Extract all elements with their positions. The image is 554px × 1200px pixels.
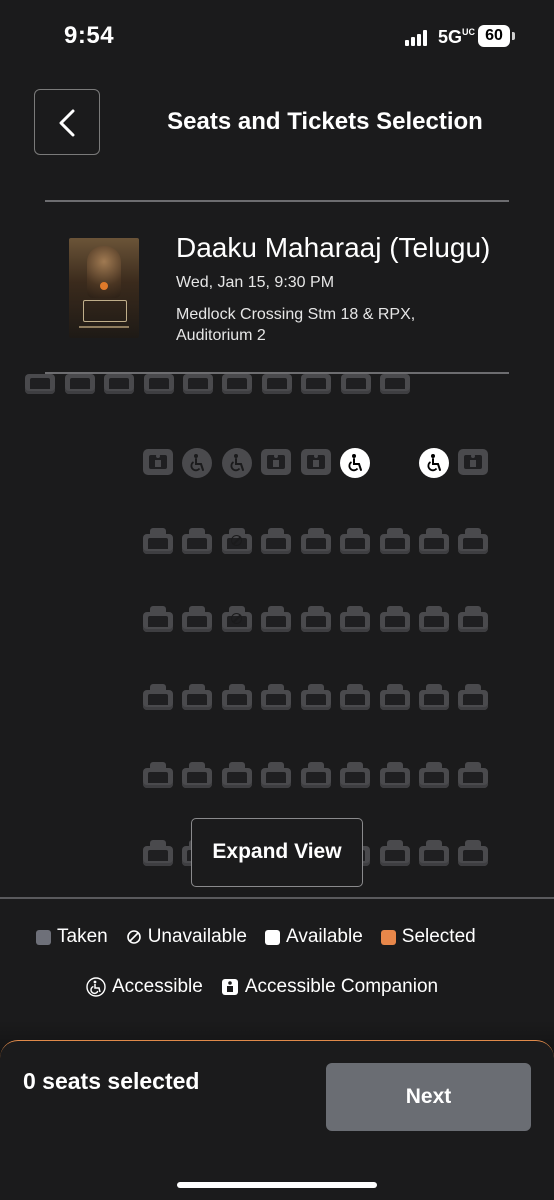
seat-taken	[419, 606, 449, 632]
home-indicator	[177, 1182, 377, 1188]
seat-taken	[301, 606, 331, 632]
seat-taken	[143, 606, 173, 632]
seat-taken	[301, 374, 331, 394]
seat-taken	[183, 374, 213, 394]
legend-unavailable: Unavailable	[126, 926, 247, 948]
seat-taken	[301, 528, 331, 554]
legend-accessible-companion: Accessible Companion	[221, 976, 438, 998]
seat-taken	[380, 528, 410, 554]
seat-accessible-taken	[182, 448, 212, 478]
companion-icon	[221, 979, 238, 995]
legend-row-2: Accessible Accessible Companion	[86, 976, 456, 998]
map-divider	[0, 897, 554, 899]
legend-selected: Selected	[380, 926, 476, 948]
seat-companion-taken	[458, 449, 488, 475]
taken-swatch	[36, 929, 51, 945]
seat-taken	[419, 762, 449, 788]
seat-taken	[380, 606, 410, 632]
seat-taken	[419, 684, 449, 710]
battery-icon: 60	[478, 25, 515, 47]
seat-taken	[104, 374, 134, 394]
seat-taken	[458, 762, 488, 788]
movie-poster	[69, 238, 139, 338]
seat-taken	[458, 606, 488, 632]
seat-taken	[261, 762, 291, 788]
seat-unavailable	[222, 528, 252, 554]
back-button[interactable]	[34, 89, 100, 155]
seat-taken	[340, 762, 370, 788]
seat-taken	[340, 606, 370, 632]
movie-showtime: Wed, Jan 15, 9:30 PM	[176, 274, 335, 291]
seat-companion-taken	[301, 449, 331, 475]
seat-accessible-taken	[222, 448, 252, 478]
selected-swatch	[380, 929, 396, 945]
seat-taken	[340, 528, 370, 554]
seat-taken	[380, 684, 410, 710]
signal-icon	[405, 30, 431, 46]
seat-taken	[222, 374, 252, 394]
seat-taken	[262, 374, 292, 394]
seat-taken	[380, 762, 410, 788]
seat-taken	[419, 528, 449, 554]
legend-row-1: Taken Unavailable Available Selected	[36, 926, 494, 948]
legend-taken-label: Taken	[57, 926, 108, 947]
next-button[interactable]: Next	[326, 1063, 531, 1131]
seat-taken	[143, 684, 173, 710]
seat-taken	[65, 374, 95, 394]
seat-taken	[458, 684, 488, 710]
seat-taken	[144, 374, 174, 394]
info-divider	[45, 372, 509, 374]
seat-companion-taken	[261, 449, 291, 475]
seats-selected-count: 0 seats selected	[23, 1068, 200, 1094]
header-divider	[45, 200, 509, 202]
seat-taken	[458, 840, 488, 866]
seat-taken	[261, 528, 291, 554]
legend-available-label: Available	[286, 926, 363, 947]
seat-taken	[380, 840, 410, 866]
legend-accessible-label: Accessible	[112, 976, 203, 997]
seat-taken	[261, 684, 291, 710]
seat-taken	[380, 374, 410, 394]
seat-taken	[340, 684, 370, 710]
seat-taken	[261, 606, 291, 632]
seat-taken	[222, 684, 252, 710]
status-time: 9:54	[64, 22, 115, 49]
seat-taken	[182, 606, 212, 632]
seat-taken	[182, 684, 212, 710]
legend-companion-label: Accessible Companion	[244, 976, 439, 997]
movie-venue: Medlock Crossing Stm 18 & RPX, Auditoriu…	[176, 306, 416, 344]
seat-taken	[182, 762, 212, 788]
seat-unavailable	[222, 606, 252, 632]
legend-accessible: Accessible	[86, 976, 203, 998]
seat-taken	[25, 374, 55, 394]
legend-unavailable-label: Unavailable	[147, 926, 247, 947]
seat-taken	[419, 840, 449, 866]
legend-available: Available	[265, 926, 363, 948]
network-indicator: 5GUC	[438, 27, 476, 47]
seat-accessible-available[interactable]	[419, 448, 449, 478]
chevron-left-icon	[59, 109, 75, 137]
seat-taken	[341, 374, 371, 394]
seat-taken	[143, 762, 173, 788]
seat-taken	[301, 684, 331, 710]
seat-taken	[143, 840, 173, 866]
seat-taken	[222, 762, 252, 788]
seat-accessible-available[interactable]	[340, 448, 370, 478]
seat-taken	[301, 762, 331, 788]
legend-selected-label: Selected	[401, 926, 476, 947]
seat-taken	[458, 528, 488, 554]
unavailable-icon	[126, 930, 141, 944]
page-title: Seats and Tickets Selection	[167, 108, 483, 135]
seat-taken	[182, 528, 212, 554]
seat-taken	[143, 528, 173, 554]
expand-view-button[interactable]: Expand View	[191, 818, 363, 887]
movie-title: Daaku Maharaaj (Telugu)	[176, 232, 491, 263]
available-swatch	[265, 929, 280, 945]
legend-taken: Taken	[36, 926, 108, 948]
wheelchair-icon	[86, 977, 106, 997]
seat-companion-taken	[143, 449, 173, 475]
